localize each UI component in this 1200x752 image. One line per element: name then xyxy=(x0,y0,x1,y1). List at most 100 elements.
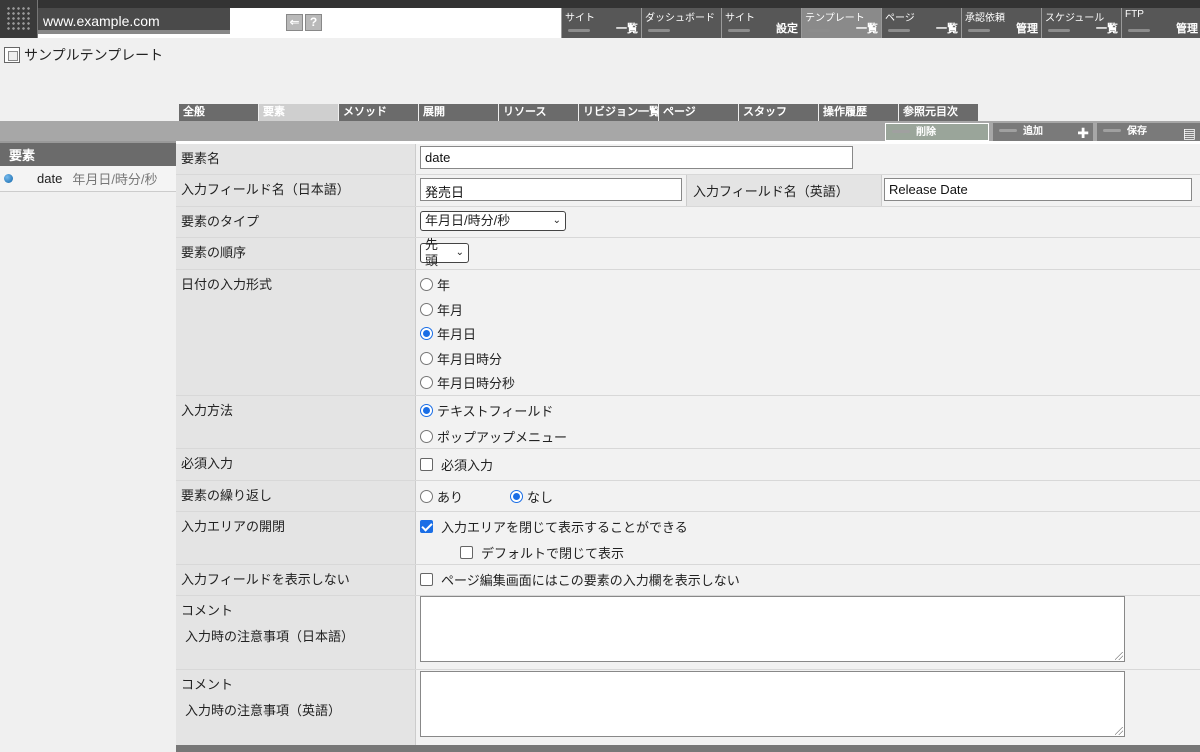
hide-field-checkbox[interactable]: ページ編集画面にはこの要素の入力欄を表示しない xyxy=(420,570,740,589)
repeat-label: 要素の繰り返し xyxy=(176,481,416,511)
element-order-select[interactable]: 先頭 ⌄ xyxy=(420,237,469,268)
radio-icon xyxy=(420,376,433,389)
page-heading: サンプルテンプレート xyxy=(4,45,163,65)
field-name-en-input[interactable]: Release Date xyxy=(884,178,1192,201)
bottom-bar xyxy=(176,745,1200,752)
radio-selected-icon xyxy=(420,404,433,417)
date-format-option[interactable]: 年月日時分 xyxy=(420,349,502,368)
collapse-label: 入力エリアの開閉 xyxy=(176,512,416,564)
tab-resources[interactable]: リソース xyxy=(499,104,578,121)
comment-ja-sublabel: 入力時の注意事項（日本語） xyxy=(185,629,355,644)
plus-icon: ✚ xyxy=(1077,125,1089,141)
tab-staff[interactable]: スタッフ xyxy=(739,104,818,121)
nav-dashboard[interactable]: ダッシュボード xyxy=(641,8,721,38)
element-type-label: 要素のタイプ xyxy=(176,207,416,237)
row-element-type: 要素のタイプ 年月日/時分/秒 ⌄ xyxy=(176,207,1200,238)
comment-ja-textarea[interactable] xyxy=(420,596,1125,662)
element-name-label: 要素名 xyxy=(176,144,416,174)
comment-en-sublabel: 入力時の注意事項（英語） xyxy=(185,703,342,718)
nav-template-list[interactable]: テンプレート 一覧 xyxy=(801,8,881,38)
top-nav: サイト 一覧 ダッシュボード サイト 設定 テンプレート 一覧 ページ 一覧 承認依頼管… xyxy=(561,8,1200,38)
checkbox-icon xyxy=(460,546,473,559)
checkbox-icon xyxy=(420,458,433,471)
radio-icon xyxy=(420,490,433,503)
site-tab[interactable]: www.example.com xyxy=(38,8,230,34)
back-icon[interactable]: ⇐ xyxy=(286,14,303,31)
row-comment-en: コメント入力時の注意事項（英語） xyxy=(176,670,1200,745)
date-format-option[interactable]: 年月 xyxy=(420,300,463,319)
element-type-select[interactable]: 年月日/時分/秒 ⌄ xyxy=(420,211,566,231)
repeat-option-no[interactable]: なし xyxy=(510,487,553,506)
site-url: www.example.com xyxy=(43,13,160,29)
element-bullet-icon xyxy=(4,174,13,183)
nav-ftp[interactable]: FTP 管理 xyxy=(1121,8,1200,38)
field-name-ja-input[interactable]: 発売日 xyxy=(420,178,682,201)
row-element-order: 要素の順序 先頭 ⌄ xyxy=(176,237,1200,270)
top-bar: www.example.com ⇐ ? サイト 一覧 ダッシュボード サイト 設定 … xyxy=(0,0,1200,38)
row-input-method: 入力方法 テキストフィールド ポップアップメニュー xyxy=(176,396,1200,449)
row-hide-field: 入力フィールドを表示しない ページ編集画面にはこの要素の入力欄を表示しない xyxy=(176,565,1200,596)
tab-general[interactable]: 全般 xyxy=(179,104,258,121)
resize-grip-icon[interactable] xyxy=(1115,727,1123,735)
input-method-option[interactable]: テキストフィールド xyxy=(420,401,553,420)
input-method-option[interactable]: ポップアップメニュー xyxy=(420,427,567,446)
sidebar: 要素 date 年月日/時分/秒 xyxy=(0,141,176,752)
element-form: 要素名 date 入力フィールド名（日本語） 発売日 入力フィールド名（英語） … xyxy=(176,141,1200,752)
radio-icon xyxy=(420,430,433,443)
tab-history[interactable]: 操作履歴 xyxy=(819,104,898,121)
comment-ja-label: コメント xyxy=(181,603,234,618)
date-format-option[interactable]: 年 xyxy=(420,275,450,294)
page-title: サンプルテンプレート xyxy=(24,47,164,63)
sidebar-item-type: 年月日/時分/秒 xyxy=(72,172,158,187)
input-method-label: 入力方法 xyxy=(176,396,416,448)
nav-schedule[interactable]: スケジュール 一覧 xyxy=(1041,8,1121,38)
row-element-name: 要素名 date xyxy=(176,144,1200,175)
repeat-option-yes[interactable]: あり xyxy=(420,487,463,506)
help-icon[interactable]: ? xyxy=(305,14,322,31)
required-checkbox[interactable]: 必須入力 xyxy=(420,455,493,474)
tab-methods[interactable]: メソッド xyxy=(339,104,418,121)
required-label: 必須入力 xyxy=(176,449,416,480)
radio-icon xyxy=(420,352,433,365)
toolbar: 削除 追加 ✚ 保存 ▤ xyxy=(0,121,1200,141)
row-repeat: 要素の繰り返し あり なし xyxy=(176,481,1200,512)
default-collapsed-checkbox[interactable]: デフォルトで閉じて表示 xyxy=(460,543,624,562)
comment-en-label: コメント xyxy=(181,677,234,692)
tab-deploy[interactable]: 展開 xyxy=(419,104,498,121)
chevron-down-icon: ⌄ xyxy=(552,215,561,226)
row-collapse: 入力エリアの開閉 入力エリアを閉じて表示することができる デフォルトで閉じて表示 xyxy=(176,512,1200,565)
nav-page-list[interactable]: ページ 一覧 xyxy=(881,8,961,38)
date-format-label: 日付の入力形式 xyxy=(176,270,416,395)
radio-icon xyxy=(420,278,433,291)
element-order-label: 要素の順序 xyxy=(176,238,416,269)
date-format-option[interactable]: 年月日 xyxy=(420,324,476,343)
row-comment-ja: コメント入力時の注意事項（日本語） xyxy=(176,596,1200,670)
template-icon xyxy=(4,47,20,63)
sidebar-title: 要素 xyxy=(0,141,176,166)
save-icon: ▤ xyxy=(1182,125,1196,141)
save-button[interactable]: 保存 ▤ xyxy=(1097,123,1200,141)
nav-site-list[interactable]: サイト 一覧 xyxy=(561,8,641,38)
mini-icon-group: ⇐ ? xyxy=(286,14,322,31)
tab-elements[interactable]: 要素 xyxy=(259,104,338,121)
sidebar-item-date[interactable]: date 年月日/時分/秒 xyxy=(0,166,176,192)
radio-icon xyxy=(420,303,433,316)
app-logo[interactable] xyxy=(0,0,38,38)
tab-references[interactable]: 参照元目次 xyxy=(899,104,978,121)
field-name-ja-label: 入力フィールド名（日本語） xyxy=(176,175,416,206)
tab-revisions[interactable]: リビジョン一覧 xyxy=(579,104,658,121)
delete-button[interactable]: 削除 xyxy=(885,123,989,141)
add-button[interactable]: 追加 ✚ xyxy=(993,123,1093,141)
hide-field-label: 入力フィールドを表示しない xyxy=(176,565,416,595)
comment-en-textarea[interactable] xyxy=(420,671,1125,737)
resize-grip-icon[interactable] xyxy=(1115,652,1123,660)
row-field-name: 入力フィールド名（日本語） 発売日 入力フィールド名（英語） Release D… xyxy=(176,175,1200,207)
sidebar-item-name: date xyxy=(37,171,63,186)
radio-selected-icon xyxy=(420,327,433,340)
collapse-checkbox[interactable]: 入力エリアを閉じて表示することができる xyxy=(420,517,688,536)
date-format-option[interactable]: 年月日時分秒 xyxy=(420,373,515,392)
nav-approval[interactable]: 承認依頼 管理 xyxy=(961,8,1041,38)
element-name-input[interactable]: date xyxy=(420,146,853,169)
tab-pages[interactable]: ページ xyxy=(659,104,738,121)
nav-site-settings[interactable]: サイト 設定 xyxy=(721,8,801,38)
